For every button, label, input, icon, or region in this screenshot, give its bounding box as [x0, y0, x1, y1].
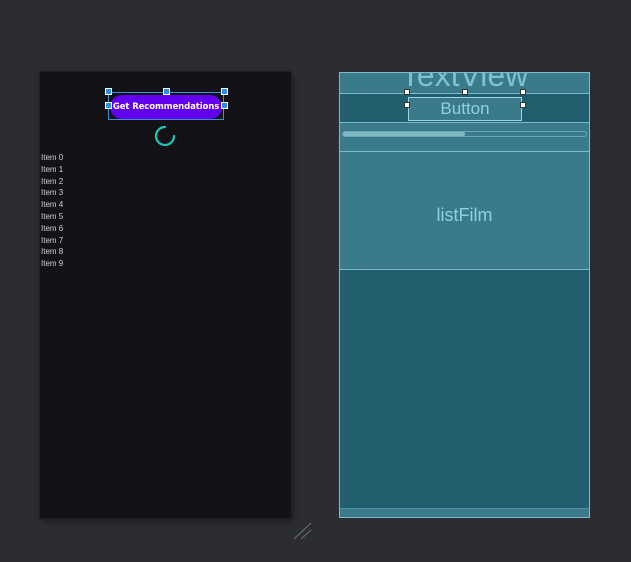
list-item[interactable]: Item 4 [41, 199, 63, 211]
resize-handle-bottom-left[interactable] [105, 102, 112, 109]
blueprint-button-row: Button [340, 94, 589, 123]
blueprint-handle-bottom-right[interactable] [520, 102, 526, 108]
blueprint-list-film[interactable]: listFilm [340, 152, 589, 270]
blueprint-progress-fill [343, 132, 465, 136]
list-item[interactable]: Item 3 [41, 187, 63, 199]
resize-grip-icon[interactable] [293, 522, 313, 540]
list-item[interactable]: Item 8 [41, 246, 63, 258]
get-recommendations-button[interactable]: Get Recommendations [110, 95, 222, 119]
blueprint-list-label: listFilm [436, 205, 493, 225]
film-list[interactable]: Item 0 Item 1 Item 2 Item 3 Item 4 Item … [41, 152, 63, 270]
blueprint-handle-top-right[interactable] [520, 89, 526, 95]
blueprint-bottom-strip [340, 508, 589, 517]
list-item[interactable]: Item 2 [41, 176, 63, 188]
list-item[interactable]: Item 7 [41, 235, 63, 247]
blueprint-progressbar[interactable] [340, 123, 589, 152]
resize-handle-top-left[interactable] [105, 88, 112, 95]
resize-handle-top-center[interactable] [163, 88, 170, 95]
blueprint-surface[interactable]: TextView Button listFilm [339, 72, 590, 518]
list-item[interactable]: Item 9 [41, 258, 63, 270]
resize-handle-top-right[interactable] [221, 88, 228, 95]
list-item[interactable]: Item 6 [41, 223, 63, 235]
resize-handle-bottom-right[interactable] [221, 102, 228, 109]
list-item[interactable]: Item 0 [41, 152, 63, 164]
progress-spinner-icon [154, 125, 176, 147]
blueprint-handle-top-left[interactable] [404, 89, 410, 95]
blueprint-handle-top-center[interactable] [462, 89, 468, 95]
blueprint-handle-bottom-left[interactable] [404, 102, 410, 108]
blueprint-button[interactable]: Button [408, 97, 522, 121]
blueprint-progress-track [342, 131, 587, 137]
list-item[interactable]: Item 1 [41, 164, 63, 176]
list-item[interactable]: Item 5 [41, 211, 63, 223]
